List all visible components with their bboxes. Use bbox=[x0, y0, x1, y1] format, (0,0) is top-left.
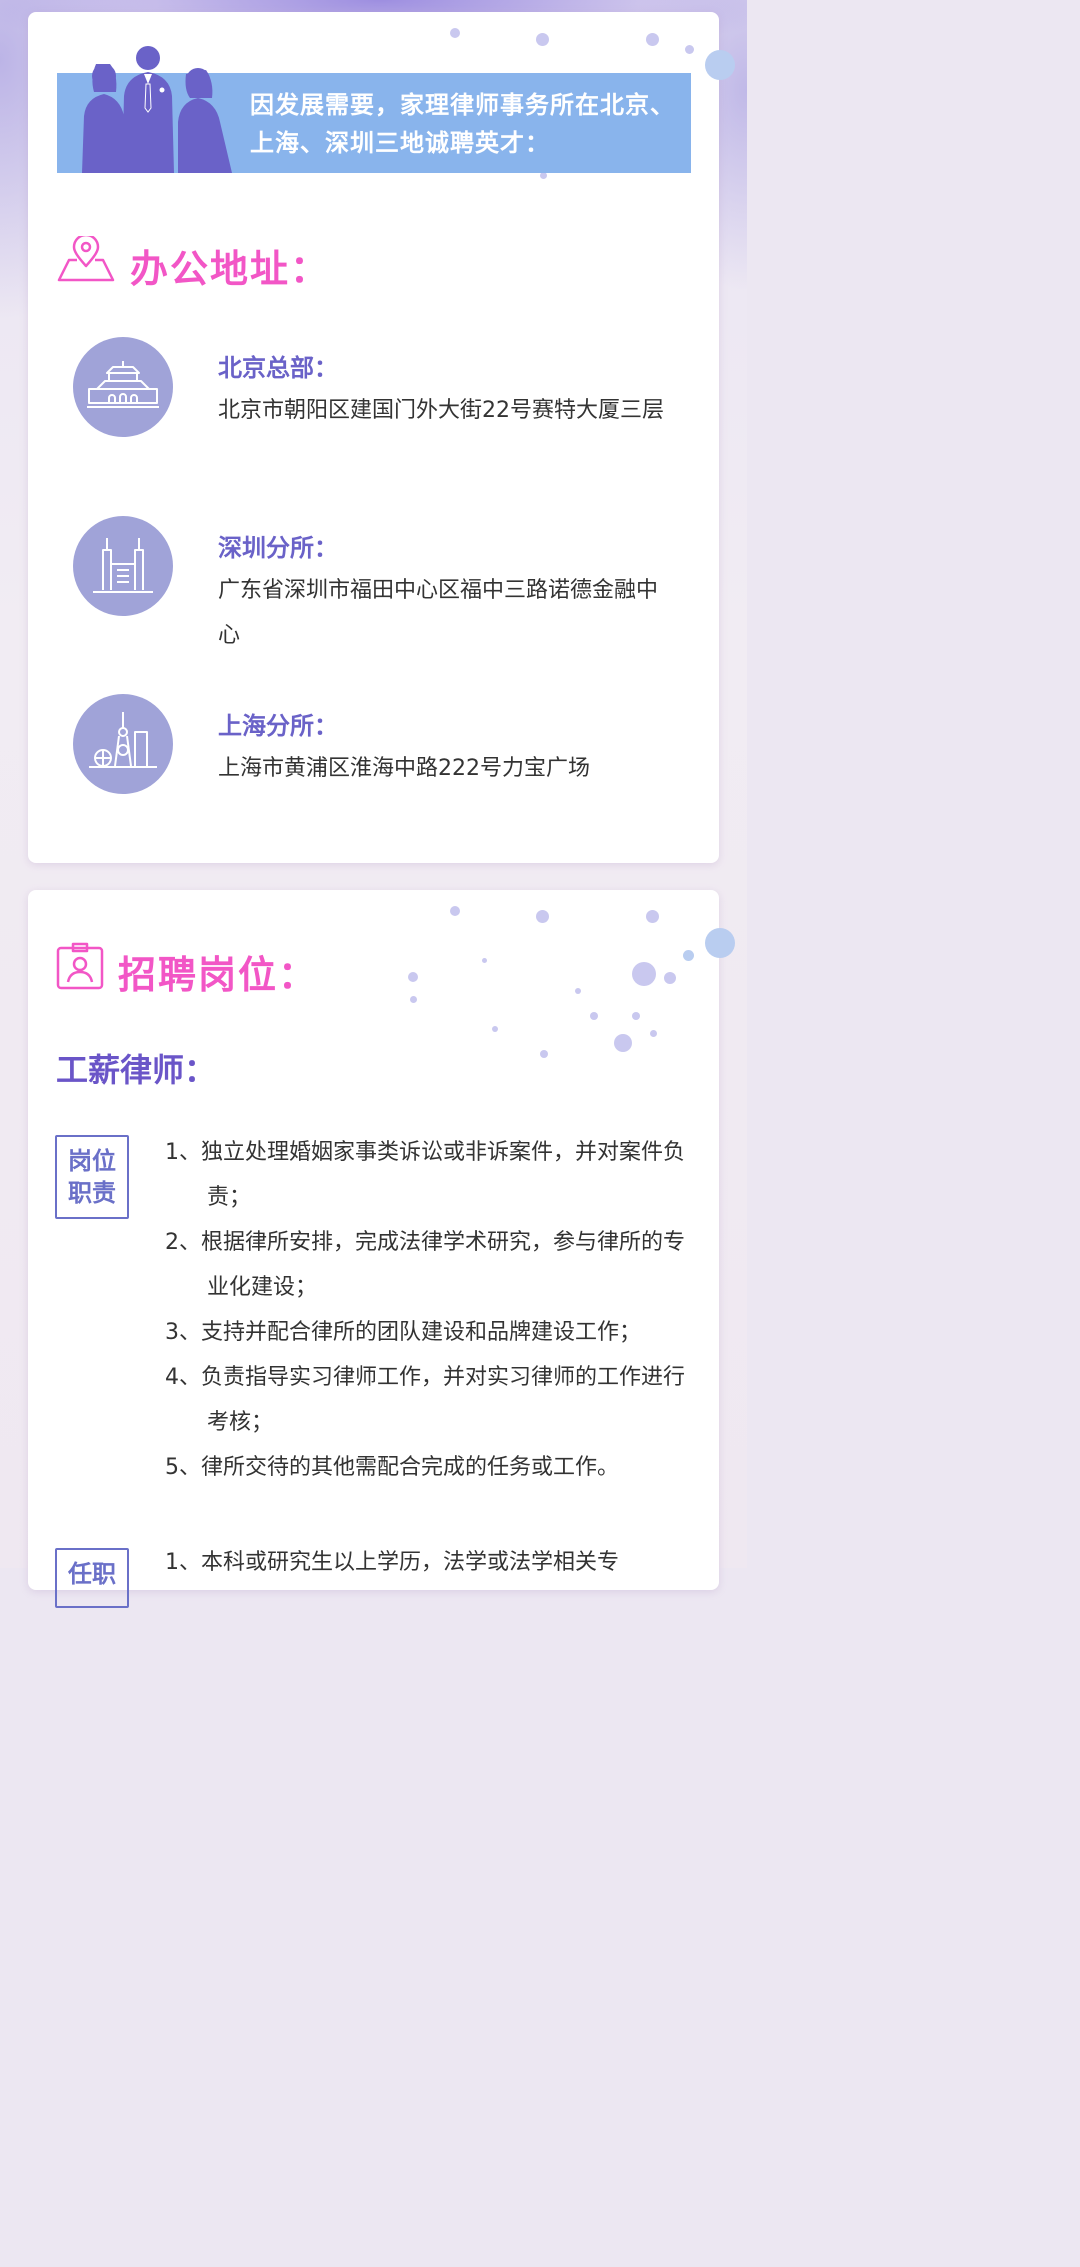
job-title: 工薪律师： bbox=[56, 1051, 217, 1089]
office-name-beijing: 北京总部： bbox=[218, 354, 338, 382]
decor-dot bbox=[450, 906, 460, 916]
id-badge-icon bbox=[56, 942, 104, 990]
decor-dot bbox=[492, 1026, 498, 1032]
decor-dot bbox=[650, 1030, 657, 1037]
decor-dot bbox=[575, 988, 581, 994]
duty-item: 4、负责指导实习律师工作，并对实习律师的工作进行考核； bbox=[165, 1365, 685, 1435]
decor-dot bbox=[705, 928, 735, 958]
requirement-item: 1、本科或研究生以上学历，法学或法学相关专 bbox=[165, 1550, 619, 1575]
office-address-shanghai: 上海市黄浦区淮海中路222号力宝广场 bbox=[218, 756, 590, 781]
duty-item: 2、根据律所安排，完成法律学术研究，参与律所的专业化建设； bbox=[165, 1230, 685, 1300]
decor-dot bbox=[408, 972, 418, 982]
jobs-section-title: 招聘岗位： bbox=[118, 953, 319, 997]
office-address-shenzhen: 广东省深圳市福田中心区福中三路诺德金融中心 bbox=[218, 578, 659, 648]
decor-dot bbox=[664, 972, 676, 984]
decor-dot bbox=[632, 962, 656, 986]
decor-dot bbox=[590, 1012, 598, 1020]
duty-item: 3、支持并配合律所的团队建设和品牌建设工作； bbox=[165, 1320, 641, 1345]
decor-dot bbox=[683, 950, 694, 961]
duties-tag: 岗位职责 bbox=[55, 1135, 129, 1219]
decor-dot bbox=[705, 50, 735, 80]
offices-section-title: 办公地址： bbox=[130, 247, 331, 291]
decor-dot bbox=[410, 996, 417, 1003]
skyscraper-icon bbox=[73, 516, 173, 616]
business-people-icon bbox=[82, 46, 232, 173]
decor-dot bbox=[540, 172, 547, 179]
decor-dot bbox=[482, 958, 487, 963]
duties-list: 1、独立处理婚姻家事类诉讼或非诉案件，并对案件负责； 2、根据律所安排，完成法律… bbox=[165, 1130, 695, 1490]
decor-dot bbox=[646, 33, 659, 46]
oriental-pearl-tower-icon bbox=[73, 694, 173, 794]
decor-dot bbox=[540, 1050, 548, 1058]
tiananmen-icon bbox=[73, 337, 173, 437]
office-name-shanghai: 上海分所： bbox=[218, 712, 338, 740]
map-pin-icon bbox=[57, 236, 115, 282]
decor-dot bbox=[614, 1034, 632, 1052]
decor-dot bbox=[632, 1012, 640, 1020]
decor-dot bbox=[536, 33, 549, 46]
requirements-list: 1、本科或研究生以上学历，法学或法学相关专 bbox=[165, 1540, 695, 1585]
decor-dot bbox=[536, 910, 549, 923]
office-name-shenzhen: 深圳分所： bbox=[218, 534, 338, 562]
decor-dot bbox=[685, 45, 694, 54]
decor-dot bbox=[450, 28, 460, 38]
decor-dot bbox=[646, 910, 659, 923]
office-address-beijing: 北京市朝阳区建国门外大街22号赛特大厦三层 bbox=[218, 398, 664, 423]
banner-text: 因发展需要，家理律师事务所在北京、上海、深圳三地诚聘英才： bbox=[250, 91, 675, 157]
requirements-tag: 任职 bbox=[55, 1548, 129, 1608]
duty-item: 1、独立处理婚姻家事类诉讼或非诉案件，并对案件负责； bbox=[165, 1140, 685, 1210]
duty-item: 5、律所交待的其他需配合完成的任务或工作。 bbox=[165, 1455, 619, 1480]
